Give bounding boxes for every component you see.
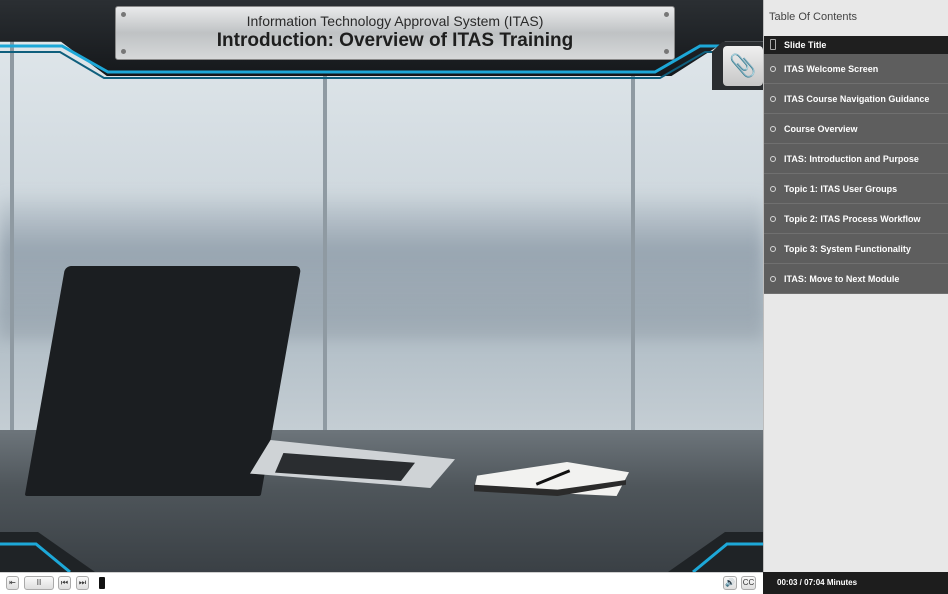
course-subtitle: Information Technology Approval System (… <box>246 13 544 29</box>
rivet <box>121 49 126 54</box>
toc-item-label: ITAS: Move to Next Module <box>784 274 900 284</box>
toc-item-system-functionality[interactable]: Topic 3: System Functionality <box>764 234 948 264</box>
pause-icon: II <box>36 578 42 587</box>
volume-icon: 🔊 <box>725 578 735 587</box>
player-control-bar <box>0 572 763 594</box>
slide-icon <box>770 39 776 50</box>
table-of-contents-panel: Table Of Contents Slide Title ITAS Welco… <box>763 0 948 572</box>
bottom-accent-lines <box>0 542 763 572</box>
progress-scrubber[interactable] <box>99 577 105 589</box>
slide-stage: Information Technology Approval System (… <box>0 0 763 572</box>
rivet <box>121 12 126 17</box>
rivet <box>664 12 669 17</box>
attachment-button[interactable]: 📎 <box>723 46 763 86</box>
toc-list: Slide Title ITAS Welcome Screen ITAS Cou… <box>764 36 948 294</box>
bullet-icon <box>770 186 776 192</box>
toc-column-header: Slide Title <box>764 36 948 54</box>
exit-icon: ⇤ <box>9 578 16 587</box>
closed-captions-button[interactable]: CC <box>741 576 756 590</box>
pause-button[interactable]: II <box>24 576 54 590</box>
window-mullion <box>10 40 14 432</box>
bullet-icon <box>770 96 776 102</box>
slide-title: Introduction: Overview of ITAS Training <box>216 30 574 51</box>
toc-item-label: Topic 1: ITAS User Groups <box>784 184 898 194</box>
previous-button[interactable]: ⏮ <box>58 576 71 590</box>
volume-button[interactable]: 🔊 <box>723 576 737 590</box>
next-button[interactable]: ⏭ <box>76 576 89 590</box>
next-icon: ⏭ <box>78 578 87 587</box>
bullet-icon <box>770 126 776 132</box>
toc-heading: Table Of Contents <box>769 11 858 23</box>
window-mullion <box>631 40 635 432</box>
toc-item-navigation-guidance[interactable]: ITAS Course Navigation Guidance <box>764 84 948 114</box>
playback-time: 00:03 / 07:04 Minutes <box>763 572 948 594</box>
toc-item-label: Course Overview <box>784 124 858 134</box>
previous-icon: ⏮ <box>60 578 69 587</box>
toc-column-title: Slide Title <box>784 40 827 50</box>
paperclip-icon: 📎 <box>729 53 757 78</box>
toc-item-label: ITAS Welcome Screen <box>784 64 879 74</box>
toc-item-label: Topic 3: System Functionality <box>784 244 911 254</box>
toc-item-process-workflow[interactable]: Topic 2: ITAS Process Workflow <box>764 204 948 234</box>
bullet-icon <box>770 276 776 282</box>
toc-item-welcome[interactable]: ITAS Welcome Screen <box>764 54 948 84</box>
title-banner: Information Technology Approval System (… <box>115 6 675 60</box>
toc-item-label: Topic 2: ITAS Process Workflow <box>784 214 921 224</box>
toc-item-course-overview[interactable]: Course Overview <box>764 114 948 144</box>
exit-button[interactable]: ⇤ <box>6 576 19 590</box>
toc-item-label: ITAS Course Navigation Guidance <box>784 94 930 104</box>
bullet-icon <box>770 66 776 72</box>
rivet <box>664 49 669 54</box>
bullet-icon <box>770 156 776 162</box>
bullet-icon <box>770 216 776 222</box>
toc-item-next-module[interactable]: ITAS: Move to Next Module <box>764 264 948 294</box>
cc-label: CC <box>742 578 755 587</box>
toc-item-label: ITAS: Introduction and Purpose <box>784 154 919 164</box>
toc-item-user-groups[interactable]: Topic 1: ITAS User Groups <box>764 174 948 204</box>
bullet-icon <box>770 246 776 252</box>
window-mullion <box>323 40 327 432</box>
toc-item-introduction[interactable]: ITAS: Introduction and Purpose <box>764 144 948 174</box>
